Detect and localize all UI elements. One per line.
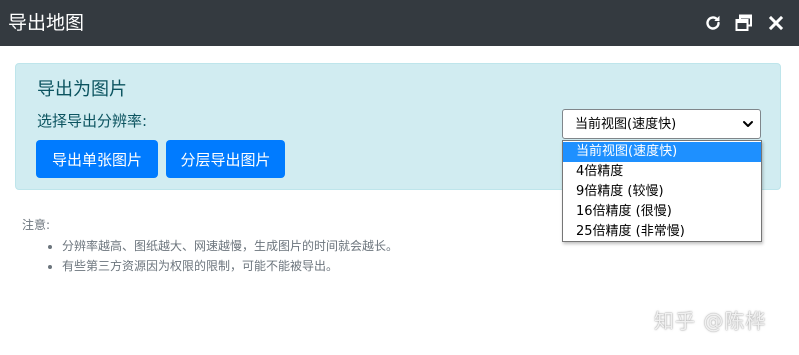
export-single-image-button[interactable]: 导出单张图片 — [36, 140, 158, 178]
close-button[interactable] — [765, 12, 787, 34]
notes-heading: 注意: — [22, 218, 51, 232]
chevron-down-icon — [743, 121, 753, 127]
note-item: 有些第三方资源因为权限的限制，可能不能被导出。 — [62, 256, 398, 276]
refresh-icon — [706, 15, 720, 30]
dialog-title: 导出地图 — [8, 12, 85, 34]
close-icon — [768, 15, 784, 31]
watermark: 知乎 @陈桦 — [654, 309, 767, 333]
notes-section: 注意: 分辨率越高、图纸越大、网速越慢，生成图片的时间就会越长。 有些第三方资源… — [22, 216, 398, 276]
resolution-option[interactable]: 16倍精度 (很慢) — [563, 202, 761, 222]
panel-title: 导出为图片 — [37, 79, 127, 100]
maximize-icon — [735, 14, 752, 31]
resolution-select[interactable]: 当前视图(速度快) — [562, 109, 761, 139]
notes-list: 分辨率越高、图纸越大、网速越慢，生成图片的时间就会越长。 有些第三方资源因为权限… — [22, 236, 398, 276]
resolution-option[interactable]: 25倍精度 (非常慢) — [563, 222, 761, 242]
resolution-label: 选择导出分辨率: — [37, 112, 148, 130]
resolution-option[interactable]: 当前视图(速度快) — [563, 142, 761, 162]
resolution-option[interactable]: 9倍精度 (较慢) — [563, 182, 761, 202]
refresh-button[interactable] — [702, 12, 724, 34]
maximize-button[interactable] — [733, 12, 755, 34]
dialog-titlebar: 导出地图 — [0, 0, 799, 46]
resolution-dropdown-list: 当前视图(速度快) 4倍精度 9倍精度 (较慢) 16倍精度 (很慢) 25倍精… — [562, 140, 762, 242]
export-layered-images-button[interactable]: 分层导出图片 — [166, 140, 285, 178]
resolution-select-value: 当前视图(速度快) — [575, 117, 677, 132]
note-item: 分辨率越高、图纸越大、网速越慢，生成图片的时间就会越长。 — [62, 236, 398, 256]
export-map-dialog: 导出地图 导出为图片 选择导出分辨率: 导出单张图片 分层导出图片 当前视图(速… — [0, 0, 799, 355]
resolution-option[interactable]: 4倍精度 — [563, 162, 761, 182]
